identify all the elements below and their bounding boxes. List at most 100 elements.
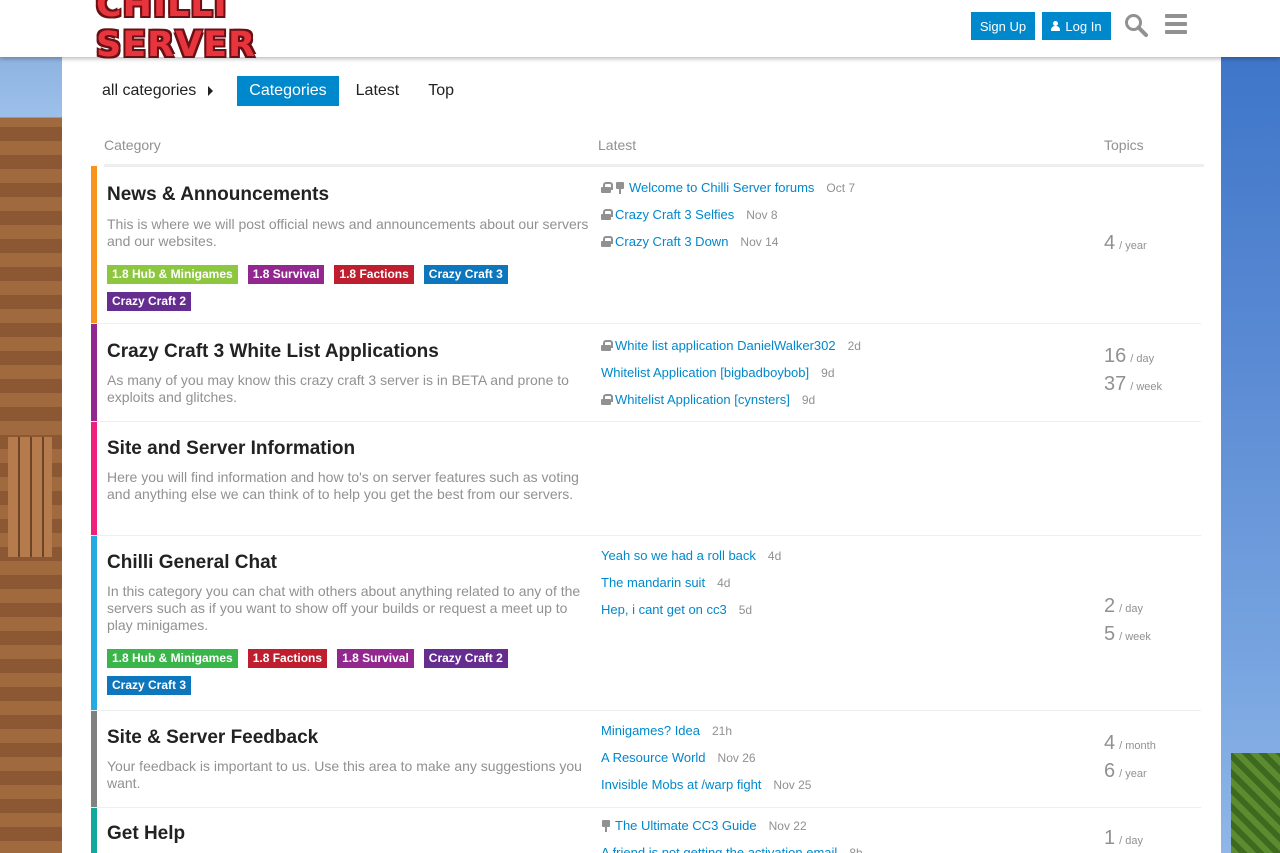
category-title[interactable]: Chilli General Chat [107, 552, 277, 574]
log-in-label: Log In [1065, 18, 1102, 34]
topic-period: / week [1119, 631, 1151, 643]
category-color-bar [91, 324, 97, 421]
category-title[interactable]: Site and Server Information [107, 438, 355, 460]
subcategory-list: 1.8 Hub & Minigames 1.8 Survival 1.8 Facti… [107, 265, 527, 311]
lock-icon [601, 236, 613, 247]
subcategory-badge[interactable]: 1.8 Hub & Minigames [107, 649, 238, 668]
category-row[interactable]: News & Announcements This is where we wil… [91, 166, 1201, 324]
topic-count: 37 [1104, 373, 1127, 395]
subcategory-badge[interactable]: Crazy Craft 3 [423, 265, 508, 284]
sign-up-label: Sign Up [979, 18, 1027, 34]
topic-link[interactable]: White list application DanielWalker302 [615, 338, 836, 353]
category-row[interactable]: Crazy Craft 3 White List Applications As … [91, 324, 1201, 422]
lock-icon [601, 182, 613, 193]
latest-topic-item: Welcome to Chilli Server forums Oct 7 [601, 174, 1081, 201]
topic-stat: 4/ year [1104, 232, 1194, 260]
tab-latest[interactable]: Latest [344, 76, 412, 106]
topic-link[interactable]: Yeah so we had a roll back [601, 548, 756, 563]
topic-link[interactable]: The Ultimate CC3 Guide [615, 818, 757, 833]
main-content: all categories Categories Latest Top Categ… [62, 57, 1221, 853]
topic-stat: 2/ day [1104, 595, 1194, 623]
category-title[interactable]: Site & Server Feedback [107, 727, 318, 749]
topic-count: 16 [1104, 345, 1127, 367]
subcategory-badge[interactable]: Crazy Craft 3 [107, 676, 192, 695]
topic-link[interactable]: Crazy Craft 3 Down [615, 234, 728, 249]
subcategory-badge[interactable]: Crazy Craft 2 [107, 292, 192, 311]
category-description: As many of you may know this crazy craft… [107, 372, 569, 405]
column-category: Category [104, 137, 161, 153]
topic-date[interactable]: Nov 14 [740, 235, 778, 249]
logo-text: CHILLI SERVER [96, 0, 257, 65]
topic-period: / week [1130, 381, 1163, 393]
topic-link[interactable]: Whitelist Application [bigbadboybob] [601, 365, 809, 380]
topic-link[interactable]: A Resource World [601, 750, 706, 765]
topic-link[interactable]: Minigames? Idea [601, 723, 700, 738]
site-logo[interactable]: CHILLI SERVER [96, 0, 392, 65]
latest-topic-item: The mandarin suit 4d [601, 569, 1081, 596]
latest-topic-item: Whitelist Application [cynsters] 9d [601, 386, 1081, 413]
topic-stat: 37/ week [1104, 373, 1194, 401]
topic-date[interactable]: 4d [717, 576, 730, 590]
topic-period: / year [1119, 240, 1147, 252]
topic-link[interactable]: A friend is not getting the activation e… [601, 845, 837, 853]
tab-categories[interactable]: Categories [237, 76, 339, 106]
topic-date[interactable]: 9d [821, 366, 834, 380]
latest-topics: White list application DanielWalker302 2d… [601, 332, 1081, 413]
lock-icon [601, 209, 613, 220]
topic-stats: 1/ day [1104, 827, 1194, 853]
topic-date[interactable]: 5d [739, 603, 752, 617]
topic-date[interactable]: 8h [849, 846, 862, 853]
topic-date[interactable]: Nov 25 [773, 778, 811, 792]
category-description: Your feedback is important to us. Use th… [107, 758, 582, 791]
subcategory-list: 1.8 Hub & Minigames 1.8 Factions 1.8 Survi… [107, 649, 527, 695]
topic-stat: 16/ day [1104, 345, 1194, 373]
topic-link[interactable]: Invisible Mobs at /warp fight [601, 777, 761, 792]
category-dropdown[interactable]: all categories [102, 82, 214, 100]
topic-link[interactable]: Welcome to Chilli Server forums [629, 180, 814, 195]
subcategory-badge[interactable]: 1.8 Factions [334, 265, 414, 284]
topic-date[interactable]: 21h [712, 724, 732, 738]
topic-count: 4 [1104, 232, 1116, 254]
latest-topics: Yeah so we had a roll back 4d The mandarin… [601, 542, 1081, 623]
tab-top[interactable]: Top [416, 76, 466, 106]
site-header: CHILLI SERVER Sign Up Log In [0, 0, 1280, 65]
topic-date[interactable]: 2d [848, 339, 861, 353]
sign-up-button[interactable]: Sign Up [971, 12, 1035, 40]
log-in-button[interactable]: Log In [1042, 12, 1111, 40]
category-row[interactable]: Get Help The Ultimate CC3 Guide Nov 22 A fr… [91, 808, 1201, 853]
topic-date[interactable]: 9d [802, 393, 815, 407]
category-row[interactable]: Site & Server Feedback Your feedback is i… [91, 711, 1201, 808]
topic-date[interactable]: 4d [768, 549, 781, 563]
topic-link[interactable]: Whitelist Application [cynsters] [615, 392, 790, 407]
category-title[interactable]: News & Announcements [107, 184, 329, 206]
subcategory-badge[interactable]: 1.8 Survival [247, 265, 325, 284]
topic-stat: 5/ week [1104, 623, 1194, 651]
category-color-bar [91, 536, 97, 710]
category-title[interactable]: Crazy Craft 3 White List Applications [107, 341, 439, 363]
subcategory-badge[interactable]: 1.8 Survival [337, 649, 414, 668]
category-row[interactable]: Site and Server Information Here you will… [91, 422, 1201, 536]
topic-link[interactable]: The mandarin suit [601, 575, 705, 590]
topic-link[interactable]: Hep, i cant get on cc3 [601, 602, 727, 617]
topic-date[interactable]: Nov 22 [769, 819, 807, 833]
subcategory-badge[interactable]: 1.8 Hub & Minigames [107, 265, 238, 284]
search-icon[interactable] [1124, 13, 1148, 37]
topic-period: / day [1130, 353, 1155, 365]
column-topics: Topics [1104, 137, 1144, 153]
latest-topic-item: White list application DanielWalker302 2d [601, 332, 1081, 359]
topic-date[interactable]: Nov 8 [746, 208, 777, 222]
latest-topics: Minigames? Idea 21h A Resource World Nov 26… [601, 717, 1081, 798]
subcategory-badge[interactable]: Crazy Craft 2 [423, 649, 508, 668]
category-row[interactable]: Chilli General Chat In this category you … [91, 536, 1201, 711]
topic-link[interactable]: Crazy Craft 3 Selfies [615, 207, 734, 222]
subcategory-badge[interactable]: 1.8 Factions [247, 649, 328, 668]
latest-topic-item: Invisible Mobs at /warp fight Nov 25 [601, 771, 1081, 798]
topic-date[interactable]: Nov 26 [718, 751, 756, 765]
latest-topic-item: Yeah so we had a roll back 4d [601, 542, 1081, 569]
hamburger-menu-icon[interactable] [1165, 14, 1187, 34]
table-header: Category Latest Topics [104, 137, 1204, 167]
column-latest: Latest [598, 137, 637, 153]
latest-topic-item: Minigames? Idea 21h [601, 717, 1081, 744]
category-title[interactable]: Get Help [107, 823, 185, 845]
topic-date[interactable]: Oct 7 [826, 181, 855, 195]
